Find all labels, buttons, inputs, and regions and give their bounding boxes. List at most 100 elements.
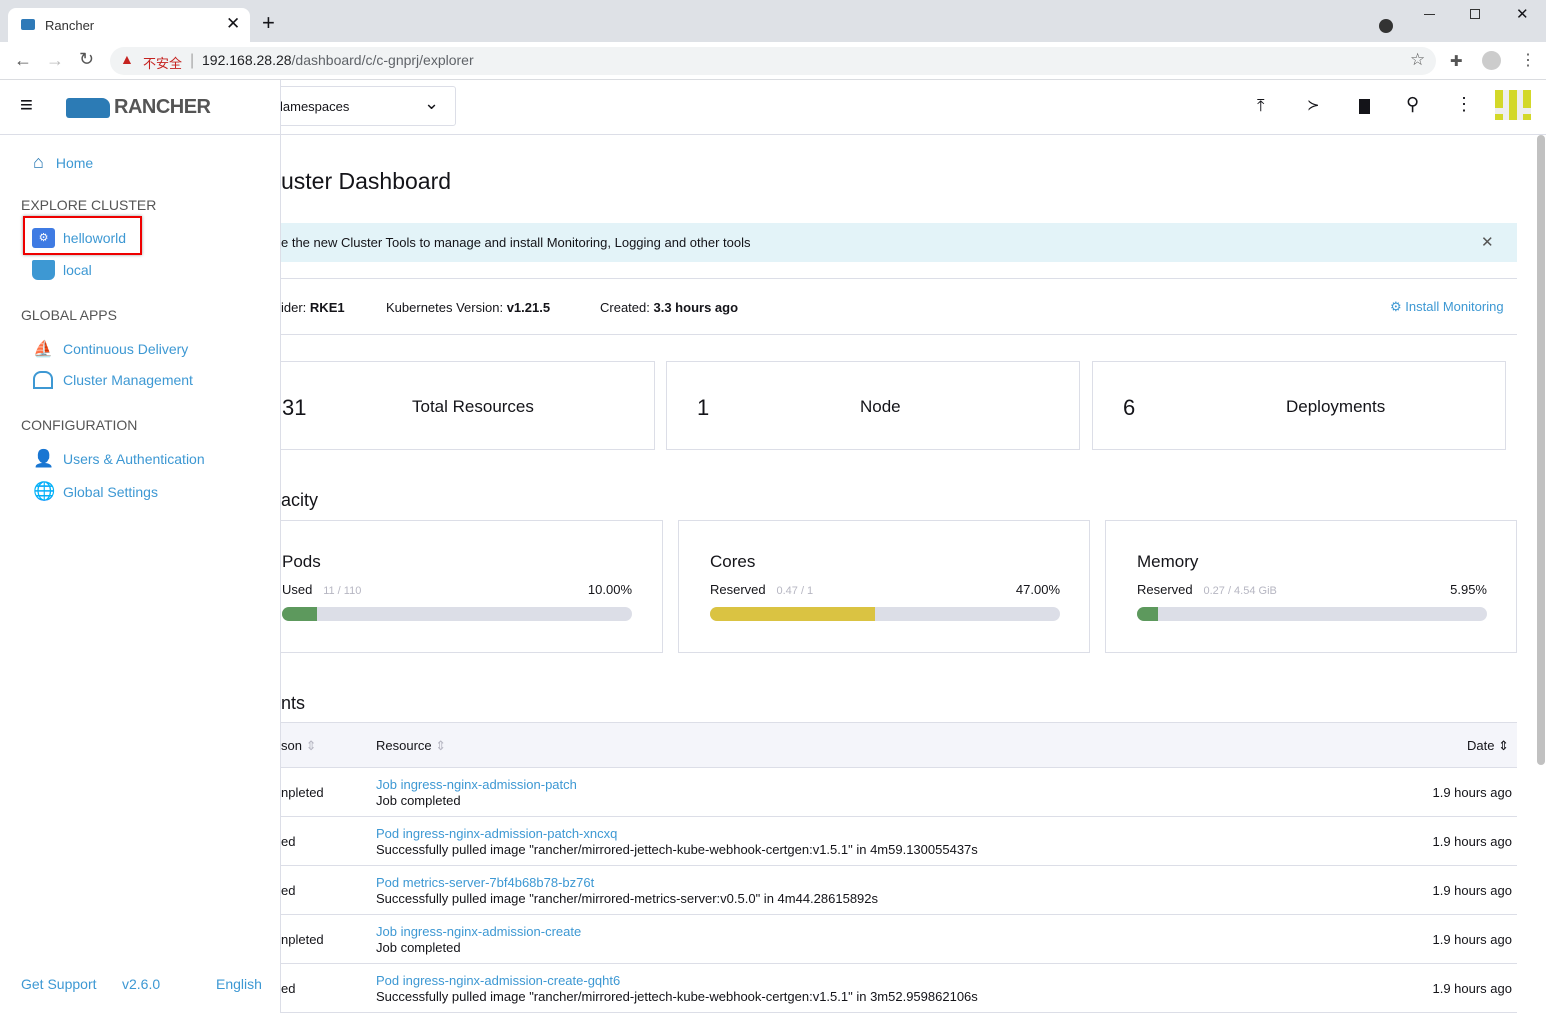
- created: Created: 3.3 hours ago: [600, 300, 738, 315]
- more-menu-icon[interactable]: ⋮: [1455, 94, 1473, 115]
- kubectl-shell-icon[interactable]: ≻: [1307, 96, 1320, 114]
- url-input[interactable]: ▲ 不安全 | 192.168.28.28/dashboard/c/c-gnpr…: [110, 47, 1436, 75]
- rancher-logo[interactable]: RANCHER: [66, 96, 211, 119]
- column-reason[interactable]: son ⇕: [281, 738, 317, 754]
- app-header: lamespaces ⌄ ⤒ ≻ ⚲ ⋮: [271, 80, 1546, 135]
- event-resource-link[interactable]: Pod metrics-server-7bf4b68b78-bz76t: [376, 875, 594, 890]
- usage-bar: [710, 607, 1060, 621]
- capacity-card-title: Pods: [282, 552, 321, 571]
- capacity-card-title: Cores: [710, 552, 756, 571]
- created-value: 3.3 hours ago: [653, 300, 739, 315]
- event-resource-link[interactable]: Pod ingress-nginx-admission-patch-xncxq: [376, 826, 617, 841]
- extensions-icon[interactable]: ✚: [1450, 52, 1463, 70]
- divider: |: [190, 52, 195, 69]
- sidebar-item-continuous-delivery[interactable]: ⛵ Continuous Delivery: [33, 339, 188, 359]
- usage-kind: Used: [282, 582, 313, 597]
- column-label: Date: [1467, 738, 1495, 753]
- hamburger-menu-icon[interactable]: ≡: [20, 92, 33, 118]
- import-yaml-icon[interactable]: ⤒: [1257, 96, 1265, 116]
- usage-amount: 0.27 / 4.54 GiB: [1203, 585, 1277, 597]
- scrollbar[interactable]: [1537, 135, 1545, 765]
- usage-percent: 47.00%: [1015, 582, 1060, 597]
- sidebar-item-helloworld-content[interactable]: ⚙ helloworld: [32, 228, 126, 248]
- browser-menu-icon[interactable]: ⋮: [1520, 50, 1536, 70]
- url-path: /dashboard/c/c-gnprj/explorer: [291, 52, 474, 68]
- usage-amount: 11 / 110: [323, 585, 362, 597]
- minimize-icon[interactable]: [1424, 14, 1435, 15]
- capacity-card-pods: Pods Used 11 / 110 10.00%: [281, 520, 663, 653]
- reload-icon[interactable]: ↻: [79, 49, 94, 70]
- brand-name: RANCHER: [114, 96, 211, 118]
- section-title: CONFIGURATION: [21, 417, 138, 433]
- event-message: Job completed: [376, 940, 461, 955]
- event-reason: npleted: [281, 932, 324, 947]
- count-card[interactable]: 1 Node: [666, 361, 1080, 450]
- usage-bar-fill: [710, 607, 875, 621]
- close-window-icon[interactable]: ✕: [1516, 5, 1529, 23]
- column-resource[interactable]: Resource ⇕: [376, 738, 446, 754]
- close-banner-icon[interactable]: ✕: [1481, 233, 1494, 251]
- sort-icon: ⇕: [435, 738, 447, 753]
- user-avatar[interactable]: [1495, 90, 1531, 120]
- url-host: 192.168.28.28: [202, 52, 292, 68]
- sidebar-item-label: Users & Authentication: [63, 451, 205, 467]
- cluster-meta: ider: RKE1 Kubernetes Version: v1.21.5 C…: [281, 278, 1517, 335]
- close-tab-icon[interactable]: ✕: [226, 14, 240, 34]
- sidebar-item-users-authentication[interactable]: 👤 Users & Authentication: [33, 449, 205, 469]
- barn-icon: [33, 371, 53, 389]
- column-date[interactable]: Date ⇕: [1467, 738, 1509, 754]
- browser-tab[interactable]: Rancher ✕: [8, 8, 250, 42]
- banner-text: e the new Cluster Tools to manage and in…: [281, 235, 751, 250]
- sidebar-item-cluster-management[interactable]: Cluster Management: [33, 371, 193, 389]
- namespace-select-value: lamespaces: [280, 99, 350, 114]
- capacity-usage: Reserved 0.27 / 4.54 GiB: [1137, 582, 1277, 597]
- url-text: 192.168.28.28/dashboard/c/c-gnprj/explor…: [202, 52, 474, 68]
- count-label: Node: [860, 397, 901, 416]
- search-icon[interactable]: ⚲: [1406, 94, 1419, 115]
- sidebar-item-home[interactable]: ⌂ Home: [33, 152, 93, 173]
- security-label[interactable]: 不安全: [143, 53, 182, 72]
- event-resource-link[interactable]: Job ingress-nginx-admission-patch: [376, 777, 577, 792]
- event-date: 1.9 hours ago: [1432, 834, 1512, 849]
- event-reason: npleted: [281, 785, 324, 800]
- bookmark-star-icon[interactable]: ☆: [1410, 50, 1425, 70]
- capacity-usage: Reserved 0.47 / 1: [710, 582, 813, 597]
- provider-label: ider:: [281, 300, 307, 315]
- version-link[interactable]: v2.6.0: [122, 976, 160, 992]
- language-select[interactable]: English: [216, 976, 262, 992]
- event-message: Successfully pulled image "rancher/mirro…: [376, 891, 879, 906]
- usage-percent: 5.95%: [1450, 582, 1487, 597]
- events-title: nts: [281, 693, 306, 713]
- count-label: Deployments: [1286, 397, 1386, 416]
- back-icon[interactable]: ←: [14, 50, 32, 71]
- longhorn-icon: [32, 260, 55, 280]
- warning-icon: ▲: [120, 51, 134, 67]
- count-card[interactable]: 6 Deployments: [1092, 361, 1506, 450]
- k8s-label: Kubernetes Version:: [386, 300, 504, 315]
- event-resource-link[interactable]: Job ingress-nginx-admission-create: [376, 924, 581, 939]
- capacity-usage: Used 11 / 110: [282, 582, 361, 597]
- count-card[interactable]: 31 Total Resources: [281, 361, 655, 450]
- sidebar: ≡ RANCHER ⌂ Home EXPLORE CLUSTER ⚙ hello…: [0, 80, 281, 1013]
- sidebar-item-local[interactable]: local: [32, 260, 92, 280]
- event-resource-link[interactable]: Pod ingress-nginx-admission-create-gqht6: [376, 973, 620, 988]
- install-monitoring-link[interactable]: ⚙ Install Monitoring: [1390, 299, 1504, 315]
- sidebar-item-global-settings[interactable]: 🌐 Global Settings: [33, 481, 158, 502]
- chevron-down-icon: ⌄: [424, 93, 440, 113]
- sidebar-item-label: Global Settings: [63, 483, 158, 500]
- capacity-card-title: Memory: [1137, 552, 1199, 571]
- usage-percent: 10.00%: [587, 582, 632, 597]
- profile-dropdown-icon[interactable]: [1379, 19, 1393, 33]
- usage-amount: 0.47 / 1: [776, 585, 814, 597]
- kubeconfig-file-icon[interactable]: [1359, 99, 1370, 114]
- account-icon[interactable]: [1482, 51, 1501, 70]
- forward-icon[interactable]: →: [46, 50, 64, 71]
- globe-icon: 🌐: [33, 481, 56, 501]
- maximize-icon[interactable]: [1470, 9, 1480, 19]
- event-message: Job completed: [376, 793, 461, 808]
- get-support-link[interactable]: Get Support: [21, 976, 97, 992]
- namespace-select[interactable]: lamespaces ⌄: [271, 86, 456, 126]
- event-message: Successfully pulled image "rancher/mirro…: [376, 989, 978, 1004]
- new-tab-icon[interactable]: +: [262, 12, 275, 34]
- events-table-header: son ⇕ Resource ⇕ Date ⇕: [281, 722, 1517, 768]
